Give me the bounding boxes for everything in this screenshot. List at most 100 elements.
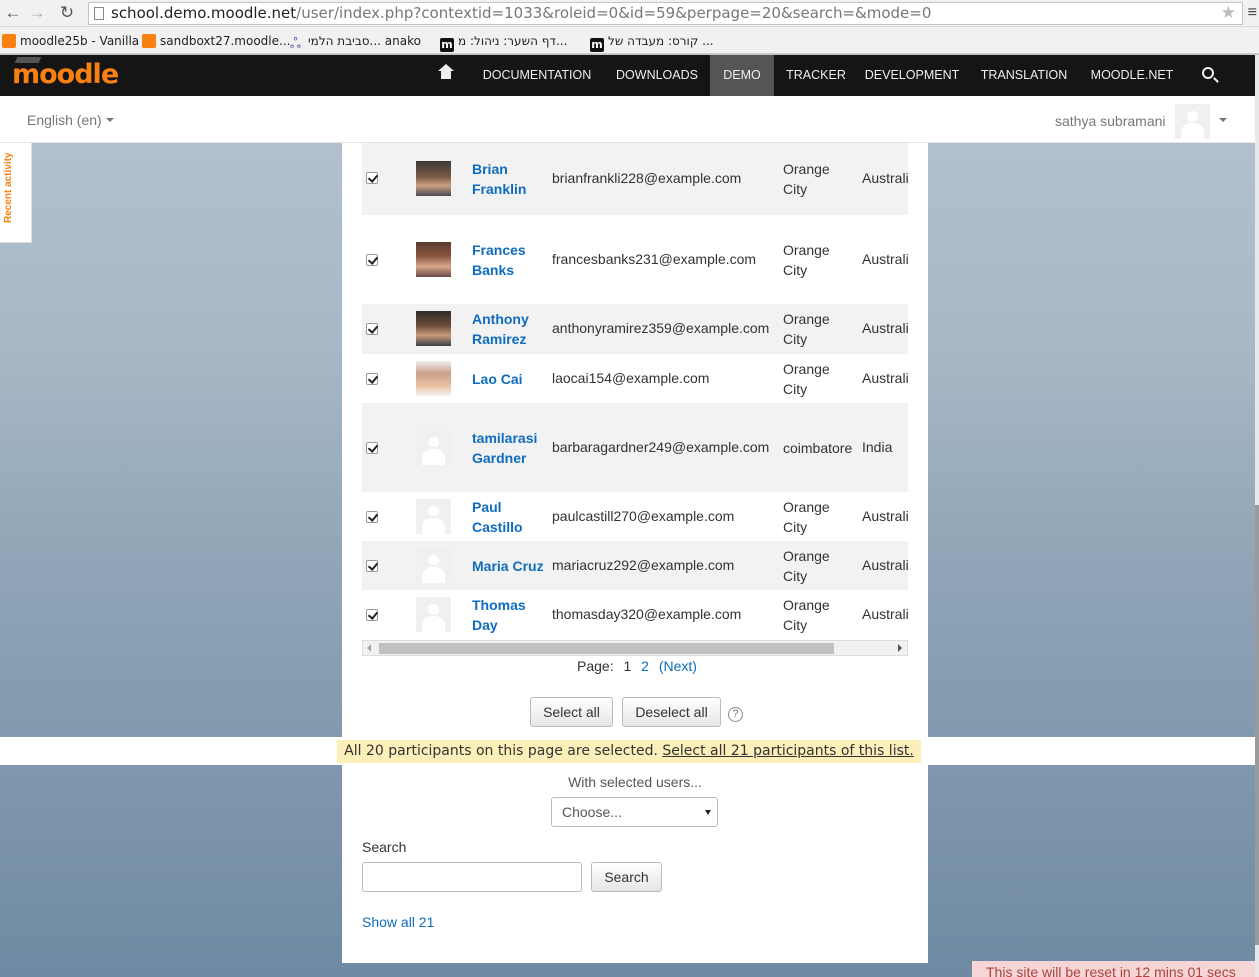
- user-photo: [416, 311, 451, 346]
- horizontal-scrollbar[interactable]: [362, 640, 908, 656]
- participant-name-link[interactable]: Lao Cai: [472, 369, 552, 389]
- scroll-left-icon[interactable]: [367, 644, 371, 652]
- url-path: /user/index.php?contextid=1033&roleid=0&…: [296, 4, 932, 22]
- participant-name-link[interactable]: Paul Castillo: [472, 497, 548, 537]
- page-link-2[interactable]: 2: [641, 658, 649, 674]
- table-row: Frances Banks francesbanks231@example.com O…: [362, 215, 908, 304]
- first-name: Brian: [472, 161, 508, 177]
- browser-menu-icon[interactable]: ≡: [1248, 4, 1257, 22]
- search-button[interactable]: Search: [591, 862, 662, 892]
- user-picture[interactable]: [416, 241, 451, 277]
- participant-country: Australi: [862, 369, 908, 386]
- user-photo: [416, 161, 451, 196]
- participant-country: Australi: [862, 556, 908, 573]
- participant-country: Australi: [862, 507, 908, 524]
- row-select-checkbox[interactable]: [366, 172, 378, 184]
- last-name: Ramirez: [472, 331, 527, 347]
- bookmark-item[interactable]: moodle25b - Vanilla: [2, 32, 139, 50]
- first-name: Anthony: [472, 311, 529, 327]
- user-silhouette-icon: [416, 597, 451, 632]
- back-arrow-icon[interactable]: ←: [2, 3, 24, 23]
- url-host: school.demo.moodle.net: [111, 4, 297, 22]
- deselect-all-button[interactable]: Deselect all: [622, 697, 721, 727]
- participant-email: brianfrankli228@example.com: [552, 170, 742, 186]
- participant-name-link[interactable]: Maria Cruz: [472, 556, 552, 576]
- logo-hat-icon: [14, 57, 42, 63]
- first-name: tamilarasi: [472, 429, 538, 446]
- row-select-checkbox[interactable]: [366, 559, 378, 572]
- row-select-checkbox[interactable]: [366, 323, 378, 335]
- user-picture[interactable]: [416, 547, 451, 583]
- row-select-checkbox[interactable]: [366, 609, 378, 621]
- participant-email: barbaragardner249@example.com: [552, 438, 770, 455]
- table-row: tamilarasi Gardner barbaragardner249@examp…: [362, 403, 908, 492]
- row-select-checkbox[interactable]: [366, 372, 378, 385]
- user-picture[interactable]: [416, 597, 451, 632]
- bookmark-item[interactable]: m קורס: מעבדה של ...: [590, 32, 714, 52]
- select-all-button[interactable]: Select all: [530, 697, 613, 727]
- bookmark-item[interactable]: m דף השער: ניהול: מ...: [440, 32, 567, 52]
- language-menu[interactable]: English (en): [27, 112, 114, 128]
- scroll-thumb[interactable]: [1255, 505, 1259, 945]
- bookmark-item[interactable]: ஃ סביבת הלמי... anako: [290, 32, 421, 52]
- user-picture[interactable]: [416, 360, 451, 396]
- forward-arrow-icon[interactable]: →: [26, 3, 48, 23]
- avatar[interactable]: [1175, 104, 1210, 139]
- page-icon: [94, 7, 104, 20]
- participant-name-link[interactable]: Thomas Day: [472, 595, 548, 635]
- participant-city: Orange City: [783, 241, 830, 278]
- show-all-link[interactable]: Show all 21: [362, 914, 434, 930]
- bookmarks-bar: moodle25b - Vanilla sandboxt27.moodle...…: [0, 27, 1259, 54]
- home-icon[interactable]: [438, 64, 454, 81]
- vertical-scrollbar[interactable]: [1255, 55, 1259, 977]
- help-icon[interactable]: ?: [728, 707, 743, 722]
- nav-translation[interactable]: TRANSLATION: [974, 55, 1074, 96]
- participant-email: laocai154@example.com: [552, 369, 710, 386]
- nav-tracker[interactable]: TRACKER: [780, 55, 852, 96]
- participant-country: Australi: [862, 170, 908, 186]
- scroll-thumb[interactable]: [379, 643, 834, 654]
- row-select-checkbox[interactable]: [366, 441, 378, 454]
- browser-toolbar: ← → ↻ school.demo.moodle.net/user/index.…: [0, 0, 1259, 27]
- moodle-logo[interactable]: moodle: [12, 57, 119, 91]
- participant-name-link[interactable]: Brian Franklin: [472, 159, 548, 199]
- with-selected-select[interactable]: Choose...: [551, 797, 718, 827]
- participant-name-link[interactable]: Anthony Ramirez: [472, 309, 548, 349]
- user-picture[interactable]: [416, 429, 451, 465]
- caret-down-icon[interactable]: [1219, 118, 1227, 122]
- reset-notice: This site will be reset in 12 mins 01 se…: [972, 961, 1259, 977]
- nav-moodle-net[interactable]: MOODLE.NET: [1082, 55, 1182, 96]
- user-picture[interactable]: [416, 498, 451, 534]
- reload-icon[interactable]: ↻: [56, 3, 78, 23]
- bookmark-star-icon[interactable]: ★: [1221, 3, 1236, 24]
- row-select-checkbox[interactable]: [366, 253, 378, 266]
- row-select-checkbox[interactable]: [366, 510, 378, 523]
- table-row: Anthony Ramirez anthonyramirez359@example.…: [362, 304, 908, 354]
- nav-demo[interactable]: DEMO: [710, 55, 774, 96]
- participant-email: thomasday320@example.com: [552, 606, 742, 622]
- next-page-link[interactable]: (Next): [659, 658, 697, 674]
- scroll-right-icon[interactable]: [898, 644, 902, 652]
- nav-documentation[interactable]: DOCUMENTATION: [476, 55, 598, 96]
- first-name: Frances: [472, 241, 526, 258]
- search-input[interactable]: [362, 862, 582, 892]
- user-name[interactable]: sathya subramani: [1055, 113, 1166, 129]
- user-picture[interactable]: [416, 161, 451, 196]
- moodle-m-favicon-icon: m: [440, 38, 454, 52]
- select-all-participants-link[interactable]: Select all 21 participants of this list.: [662, 743, 913, 759]
- participant-country: Australi: [862, 606, 908, 622]
- user-picture[interactable]: [416, 311, 451, 346]
- nav-downloads[interactable]: DOWNLOADS: [606, 55, 708, 96]
- participant-city: Orange City: [783, 360, 830, 397]
- selection-notice: All 20 participants on this page are sel…: [337, 740, 921, 763]
- participant-name-link[interactable]: tamilarasi Gardner: [472, 428, 548, 468]
- participant-name-link[interactable]: Frances Banks: [472, 240, 548, 280]
- recent-activity-tab[interactable]: Recent activity: [0, 143, 32, 243]
- nav-development[interactable]: DEVELOPMENT: [858, 55, 966, 96]
- bookmark-item[interactable]: sandboxt27.moodle...: [142, 32, 290, 50]
- site-navbar: moodle DOCUMENTATION DOWNLOADS DEMO TRAC…: [0, 55, 1256, 96]
- anako-favicon-icon: ஃ: [290, 36, 301, 52]
- address-bar[interactable]: school.demo.moodle.net/user/index.php?co…: [88, 2, 1243, 25]
- search-icon[interactable]: [1202, 67, 1214, 79]
- last-name: Franklin: [472, 181, 527, 197]
